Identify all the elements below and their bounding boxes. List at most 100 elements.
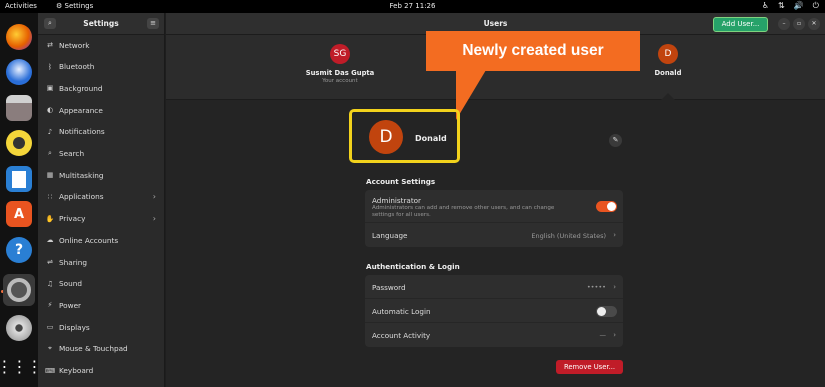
sidebar-item-bluetooth[interactable]: ᛒ Bluetooth (38, 57, 164, 77)
sidebar-item-label: Background (59, 83, 103, 93)
annotation-callout: Newly created user (426, 31, 640, 71)
background-icon: ▣ (46, 84, 54, 93)
account-activity-row[interactable]: Account Activity — › (365, 323, 623, 347)
sidebar-item-label: Displays (59, 322, 90, 332)
users-panel: Users Add User... – ▫ ✕ SG Susmit Das Gu… (166, 13, 825, 387)
sidebar-item-label: Online Accounts (59, 235, 119, 245)
mouse-icon: ⌖ (48, 344, 52, 353)
sidebar-item-background[interactable]: ▣ Background (38, 78, 164, 98)
sidebar-item-privacy[interactable]: ✋ Privacy › (38, 209, 164, 229)
avatar: D (658, 44, 678, 64)
sidebar-item-label: Appearance (59, 105, 103, 115)
power-menu-icon[interactable]: ⏻ (813, 1, 819, 11)
sidebar-item-multitasking[interactable]: ▦ Multitasking (38, 165, 164, 185)
settings-app-icon[interactable] (3, 274, 35, 306)
sidebar-item-search[interactable]: ⌕ Search (38, 144, 164, 164)
sidebar-item-applications[interactable]: ∷ Applications › (38, 187, 164, 207)
row-description: Administrators can add and remove other … (372, 205, 555, 218)
sidebar-item-notifications[interactable]: ♪ Notifications (38, 122, 164, 142)
account-settings-card: Administrator Administrators can add and… (365, 190, 623, 247)
applications-icon: ∷ (47, 192, 53, 201)
dock: A ? ⋮⋮⋮ (0, 13, 43, 387)
clock[interactable]: Feb 27 11:26 (0, 2, 825, 10)
close-icon[interactable]: ✕ (808, 18, 820, 30)
sidebar-item-label: Sound (59, 279, 82, 289)
maximize-icon[interactable]: ▫ (793, 18, 805, 30)
writer-icon[interactable] (6, 166, 32, 192)
row-label: Administrator (372, 196, 421, 205)
administrator-toggle[interactable] (596, 201, 617, 212)
app-center-icon[interactable]: A (6, 201, 32, 227)
sidebar-item-label: Notifications (59, 127, 105, 137)
privacy-icon: ✋ (45, 214, 55, 223)
sidebar-header: ⌕ Settings ≡ (38, 13, 164, 35)
accessibility-icon[interactable]: ♿ (762, 1, 769, 11)
thunderbird-icon[interactable] (6, 59, 32, 85)
sidebar-item-network[interactable]: ⇄ Network (38, 35, 164, 55)
firefox-icon[interactable] (6, 24, 32, 50)
minimize-icon[interactable]: – (778, 18, 790, 30)
appearance-icon: ◐ (46, 106, 54, 115)
power-icon: ⚡ (47, 301, 53, 310)
help-icon[interactable]: ? (6, 237, 32, 263)
sidebar-item-label: Power (59, 300, 82, 310)
sidebar-item-power[interactable]: ⚡ Power (38, 295, 164, 315)
sidebar-item-keyboard[interactable]: ⌨ Keyboard (38, 361, 164, 381)
sidebar-item-mouse-touchpad[interactable]: ⌖ Mouse & Touchpad (38, 339, 164, 359)
chevron-right-icon: › (613, 331, 616, 339)
volume-icon[interactable]: 🔊 (794, 1, 804, 11)
password-value: ••••• (586, 283, 606, 291)
sidebar-item-sharing[interactable]: ⇌ Sharing (38, 252, 164, 272)
sidebar-item-sound[interactable]: ♫ Sound (38, 274, 164, 294)
user-subtitle: Your account (322, 78, 358, 84)
search-icon: ⌕ (48, 149, 52, 157)
show-apps-icon[interactable]: ⋮⋮⋮ (0, 353, 43, 379)
multitasking-icon: ▦ (46, 171, 54, 180)
user-card-susmit[interactable]: SG Susmit Das Gupta Your account (280, 44, 400, 84)
settings-sidebar: ⌕ Settings ≡ ⇄ Network ᛒ Bluetooth ▣ Backgrou… (38, 13, 165, 387)
sidebar-item-label: Keyboard (59, 366, 94, 375)
add-user-button[interactable]: Add User... (713, 17, 768, 32)
network-status-icon[interactable]: ⇅ (778, 1, 785, 11)
sidebar-item-label: Mouse & Touchpad (59, 344, 128, 354)
chevron-right-icon: › (152, 214, 156, 224)
sound-icon: ♫ (46, 279, 54, 288)
remove-user-button[interactable]: Remove User... (556, 360, 623, 374)
hamburger-menu-icon[interactable]: ≡ (147, 18, 159, 29)
bell-icon: ♪ (47, 127, 53, 136)
sidebar-item-label: Search (59, 149, 85, 158)
keyboard-icon: ⌨ (44, 366, 56, 375)
edit-name-icon[interactable]: ✎ (609, 134, 622, 147)
online-accounts-icon: ☁ (46, 236, 54, 245)
activity-value: — (599, 331, 607, 339)
chevron-right-icon: › (613, 283, 616, 291)
language-value: English (United States) (531, 232, 606, 240)
sidebar-item-appearance[interactable]: ◐ Appearance (38, 100, 164, 120)
row-label: Account Activity (372, 331, 431, 340)
language-row[interactable]: Language English (United States) › (365, 223, 623, 247)
chevron-right-icon: › (613, 231, 616, 239)
network-icon: ⇄ (47, 41, 53, 49)
top-bar: Activities ⚙ Settings Feb 27 11:26 ♿ ⇅ 🔊… (0, 0, 825, 13)
authentication-card: Password ••••• › Automatic Login Account… (365, 275, 623, 347)
automatic-login-toggle[interactable] (596, 306, 617, 317)
sidebar-item-label: Bluetooth (59, 62, 95, 72)
password-row[interactable]: Password ••••• › (365, 275, 623, 299)
sidebar-item-online-accounts[interactable]: ☁ Online Accounts (38, 230, 164, 250)
sidebar-item-label: Privacy (59, 214, 86, 224)
bluetooth-icon: ᛒ (47, 62, 53, 71)
highlight-box (349, 109, 460, 163)
section-title: Authentication & Login (366, 262, 460, 271)
sidebar-item-label: Network (59, 40, 90, 50)
automatic-login-row: Automatic Login (365, 299, 623, 323)
sidebar-title: Settings (83, 19, 119, 28)
callout-arrow (456, 70, 486, 120)
row-label: Password (372, 283, 406, 292)
sidebar-item-label: Multitasking (59, 170, 104, 180)
sidebar-item-label: Sharing (59, 257, 88, 267)
rhythmbox-icon[interactable] (6, 130, 32, 156)
sidebar-item-displays[interactable]: ▭ Displays (38, 317, 164, 337)
dvd-icon[interactable] (6, 315, 32, 341)
displays-icon: ▭ (46, 323, 54, 332)
files-icon[interactable] (6, 95, 32, 121)
